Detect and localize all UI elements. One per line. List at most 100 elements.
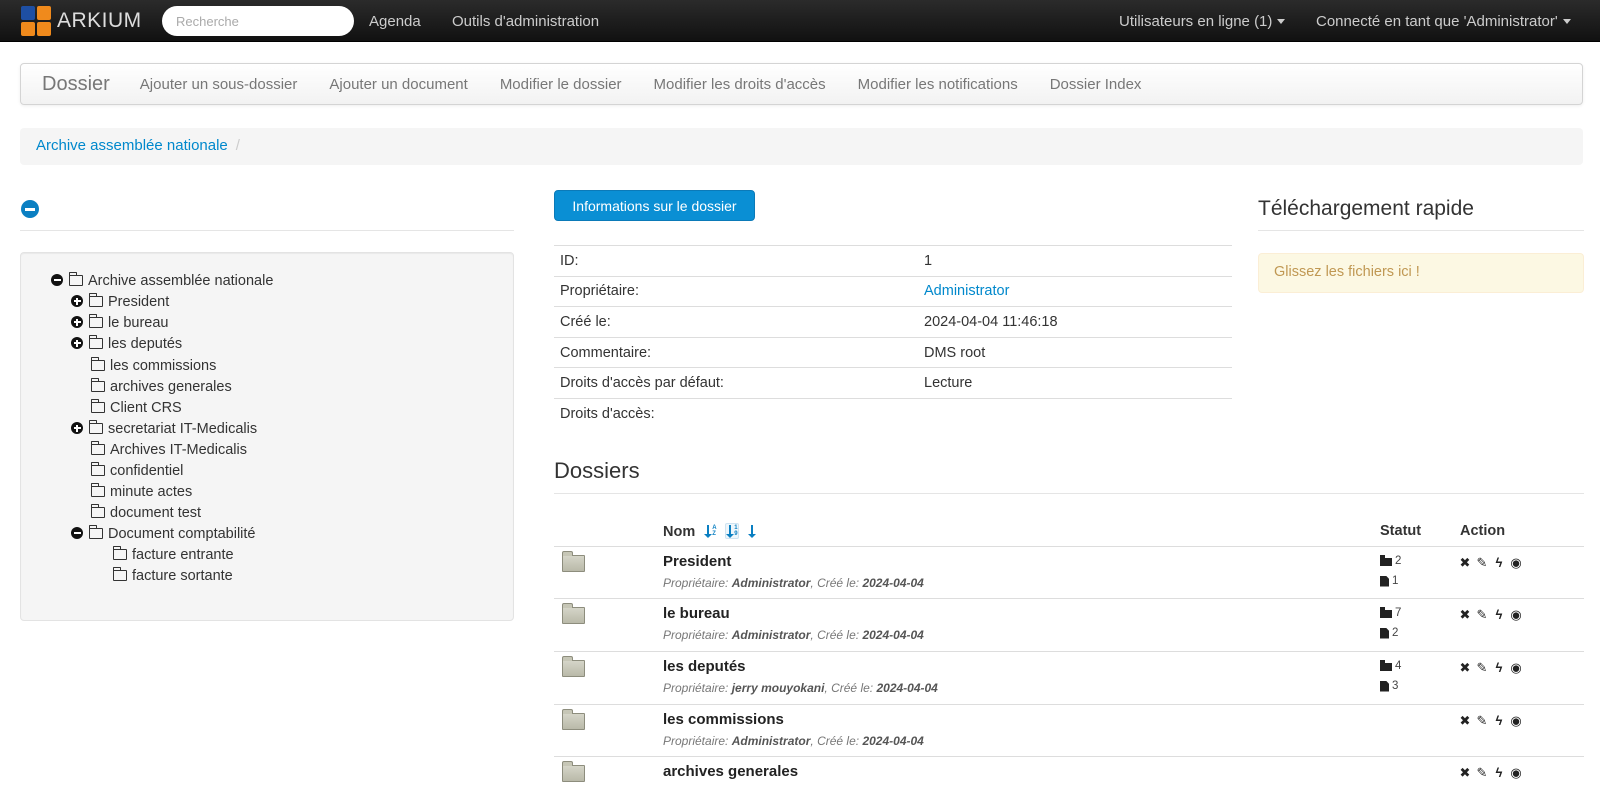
sort-alpha-icon[interactable]: AZ xyxy=(703,523,717,539)
delete-icon[interactable]: ✖ xyxy=(1458,713,1472,727)
tree-node-archives-it[interactable]: Archives IT-Medicalis xyxy=(90,439,247,460)
subnav-title[interactable]: Dossier xyxy=(42,73,110,96)
plus-circle-icon[interactable] xyxy=(71,295,83,307)
sort-numeric-icon[interactable]: 19 xyxy=(725,523,740,539)
add-document-link[interactable]: Ajouter un document xyxy=(329,76,467,93)
folder-name-link[interactable]: President xyxy=(663,553,731,570)
folder-index-link[interactable]: Dossier Index xyxy=(1050,76,1142,93)
folder-name-link[interactable]: le bureau xyxy=(663,605,730,622)
tree-node-root[interactable]: Archive assemblée nationale xyxy=(51,270,273,291)
edit-notifications-link[interactable]: Modifier les notifications xyxy=(858,76,1018,93)
folder-info-button[interactable]: Informations sur le dossier xyxy=(554,190,755,221)
edit-icon[interactable]: ✎ xyxy=(1475,713,1489,727)
plus-circle-icon[interactable] xyxy=(71,316,83,328)
row-actions: ✖ ✎ ϟ ◉ xyxy=(1458,765,1523,779)
sort-amount-icon[interactable] xyxy=(747,523,761,539)
divider xyxy=(1258,230,1584,231)
nav-admin-tools[interactable]: Outils d'administration xyxy=(452,0,599,42)
info-value: DMS root xyxy=(918,336,1232,368)
table-row[interactable]: les deputés Propriétaire: jerry mouyokan… xyxy=(554,651,1584,704)
table-row[interactable]: les commissions Propriétaire: Administra… xyxy=(554,704,1584,757)
tree-node-les-deputes[interactable]: les deputés xyxy=(71,333,182,354)
info-value: 1 xyxy=(918,245,1232,277)
folder-icon xyxy=(562,761,585,782)
edit-icon[interactable]: ✎ xyxy=(1475,555,1489,569)
minus-circle-icon[interactable] xyxy=(71,527,83,539)
tree-node-document-comptabilite[interactable]: Document comptabilité xyxy=(71,523,256,544)
eye-icon[interactable]: ◉ xyxy=(1509,660,1523,674)
info-label: ID: xyxy=(554,245,918,277)
tree-node-archives-generales[interactable]: archives generales xyxy=(90,376,232,397)
edit-icon[interactable]: ✎ xyxy=(1475,607,1489,621)
folder-icon xyxy=(562,603,585,624)
table-row[interactable]: archives generales ✖ ✎ ϟ ◉ xyxy=(554,756,1584,809)
online-users-dropdown[interactable]: Utilisateurs en ligne (1) xyxy=(1119,0,1286,42)
delete-icon[interactable]: ✖ xyxy=(1458,607,1472,621)
tree-node-facture-entrante[interactable]: facture entrante xyxy=(112,544,234,565)
edit-icon[interactable]: ✎ xyxy=(1475,660,1489,674)
folder-name-link[interactable]: les commissions xyxy=(663,711,784,728)
eye-icon[interactable]: ◉ xyxy=(1509,607,1523,621)
plus-circle-icon[interactable] xyxy=(71,422,83,434)
folder-icon xyxy=(562,656,585,677)
delete-icon[interactable]: ✖ xyxy=(1458,555,1472,569)
connected-as-label: Connecté en tant que 'Administrator' xyxy=(1316,12,1558,30)
tree-node-document-test[interactable]: document test xyxy=(90,502,201,523)
folder-name-link[interactable]: archives generales xyxy=(663,763,798,780)
bolt-icon[interactable]: ϟ xyxy=(1492,555,1506,569)
folder-meta: Propriétaire: Administrator, Créé le: 20… xyxy=(663,734,924,748)
bolt-icon[interactable]: ϟ xyxy=(1492,713,1506,727)
tree-node-les-commissions[interactable]: les commissions xyxy=(90,355,216,376)
tree-node-le-bureau[interactable]: le bureau xyxy=(71,312,168,333)
folder-icon xyxy=(112,567,127,581)
delete-icon[interactable]: ✖ xyxy=(1458,765,1472,779)
row-actions: ✖ ✎ ϟ ◉ xyxy=(1458,607,1523,621)
info-label: Créé le: xyxy=(554,306,918,338)
quick-upload-heading: Téléchargement rapide xyxy=(1258,197,1474,220)
dossiers-table-header: Nom AZ 19 Statut Action xyxy=(554,515,1584,545)
info-row: Propriétaire: Administrator xyxy=(554,275,1232,307)
folder-icon xyxy=(88,314,103,328)
file-dropzone[interactable]: Glissez les fichiers ici ! xyxy=(1258,253,1584,293)
table-row[interactable]: President Propriétaire: Administrator, C… xyxy=(554,546,1584,599)
info-value xyxy=(918,397,1232,430)
edit-folder-link[interactable]: Modifier le dossier xyxy=(500,76,622,93)
document-count: 3 xyxy=(1380,680,1398,692)
plus-circle-icon[interactable] xyxy=(71,337,83,349)
edit-access-rights-link[interactable]: Modifier les droits d'accès xyxy=(654,76,826,93)
add-subfolder-link[interactable]: Ajouter un sous-dossier xyxy=(140,76,298,93)
tree-node-client-crs[interactable]: Client CRS xyxy=(90,397,182,418)
search-input[interactable] xyxy=(162,6,354,36)
tree-node-facture-sortante[interactable]: facture sortante xyxy=(112,565,233,586)
nav-agenda[interactable]: Agenda xyxy=(369,0,421,42)
edit-icon[interactable]: ✎ xyxy=(1475,765,1489,779)
eye-icon[interactable]: ◉ xyxy=(1509,713,1523,727)
row-actions: ✖ ✎ ϟ ◉ xyxy=(1458,713,1523,727)
owner-link[interactable]: Administrator xyxy=(924,283,1009,299)
tree-node-secretariat[interactable]: secretariat IT-Medicalis xyxy=(71,418,257,439)
bolt-icon[interactable]: ϟ xyxy=(1492,660,1506,674)
tree-node-confidentiel[interactable]: confidentiel xyxy=(90,460,183,481)
caret-down-icon xyxy=(1562,18,1571,24)
tree-node-president[interactable]: President xyxy=(71,291,169,312)
user-menu-dropdown[interactable]: Connecté en tant que 'Administrator' xyxy=(1316,0,1571,42)
folder-icon xyxy=(90,504,105,518)
info-label: Droits d'accès par défaut: xyxy=(554,367,918,399)
eye-icon[interactable]: ◉ xyxy=(1509,555,1523,569)
tree-node-minute-actes[interactable]: minute actes xyxy=(90,481,192,502)
eye-icon[interactable]: ◉ xyxy=(1509,765,1523,779)
folder-info-table: ID: 1 Propriétaire: Administrator Créé le:… xyxy=(554,245,1232,430)
delete-icon[interactable]: ✖ xyxy=(1458,660,1472,674)
brand[interactable]: ARKIUM xyxy=(20,5,142,37)
collapse-tree-icon[interactable] xyxy=(21,200,39,218)
subfolder-count: 7 xyxy=(1380,607,1401,619)
folder-name-link[interactable]: les deputés xyxy=(663,658,746,675)
bolt-icon[interactable]: ϟ xyxy=(1492,765,1506,779)
breadcrumb-root-link[interactable]: Archive assemblée nationale xyxy=(36,137,228,154)
folder-open-icon xyxy=(88,525,103,539)
bolt-icon[interactable]: ϟ xyxy=(1492,607,1506,621)
info-row: Droits d'accès par défaut: Lecture xyxy=(554,367,1232,399)
arkium-logo-icon xyxy=(20,5,52,37)
minus-circle-icon[interactable] xyxy=(51,274,63,286)
table-row[interactable]: le bureau Propriétaire: Administrator, C… xyxy=(554,598,1584,651)
